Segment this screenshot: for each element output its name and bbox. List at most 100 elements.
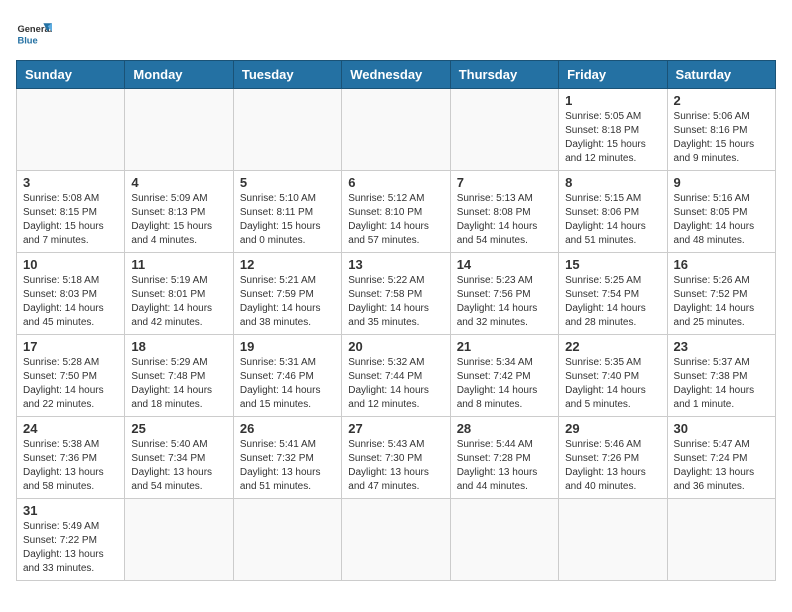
- day-info: Sunrise: 5:49 AM Sunset: 7:22 PM Dayligh…: [23, 520, 118, 576]
- day-info: Sunrise: 5:43 AM Sunset: 7:30 PM Dayligh…: [348, 438, 443, 494]
- calendar-cell: [450, 89, 558, 171]
- day-info: Sunrise: 5:16 AM Sunset: 8:05 PM Dayligh…: [674, 192, 769, 248]
- logo: General Blue: [16, 16, 52, 52]
- calendar-cell: 5 Sunrise: 5:10 AM Sunset: 8:11 PM Daylig…: [233, 171, 341, 253]
- day-number: 31: [23, 503, 118, 518]
- calendar-cell: 22 Sunrise: 5:35 AM Sunset: 7:40 PM Dayli…: [559, 335, 667, 417]
- calendar-cell: 2Sunrise: 5:06 AM Sunset: 8:16 PM Daylig…: [667, 89, 775, 171]
- day-info: Sunrise: 5:40 AM Sunset: 7:34 PM Dayligh…: [131, 438, 226, 494]
- day-number: 18: [131, 339, 226, 354]
- calendar-cell: [559, 499, 667, 581]
- calendar-cell: [125, 89, 233, 171]
- day-number: 26: [240, 421, 335, 436]
- day-number: 3: [23, 175, 118, 190]
- day-info: Sunrise: 5:23 AM Sunset: 7:56 PM Dayligh…: [457, 274, 552, 330]
- day-info: Sunrise: 5:21 AM Sunset: 7:59 PM Dayligh…: [240, 274, 335, 330]
- day-number: 15: [565, 257, 660, 272]
- day-info: Sunrise: 5:41 AM Sunset: 7:32 PM Dayligh…: [240, 438, 335, 494]
- calendar-cell: 10Sunrise: 5:18 AM Sunset: 8:03 PM Dayli…: [17, 253, 125, 335]
- day-number: 19: [240, 339, 335, 354]
- calendar-cell: [125, 499, 233, 581]
- calendar-cell: 29Sunrise: 5:46 AM Sunset: 7:26 PM Dayli…: [559, 417, 667, 499]
- day-number: 7: [457, 175, 552, 190]
- day-number: 5: [240, 175, 335, 190]
- weekday-header-friday: Friday: [559, 61, 667, 89]
- day-number: 13: [348, 257, 443, 272]
- day-number: 29: [565, 421, 660, 436]
- day-info: Sunrise: 5:06 AM Sunset: 8:16 PM Dayligh…: [674, 110, 769, 166]
- calendar-cell: 9 Sunrise: 5:16 AM Sunset: 8:05 PM Daylig…: [667, 171, 775, 253]
- day-number: 21: [457, 339, 552, 354]
- day-info: Sunrise: 5:29 AM Sunset: 7:48 PM Dayligh…: [131, 356, 226, 412]
- day-number: 20: [348, 339, 443, 354]
- day-info: Sunrise: 5:12 AM Sunset: 8:10 PM Dayligh…: [348, 192, 443, 248]
- week-row-3: 10Sunrise: 5:18 AM Sunset: 8:03 PM Dayli…: [17, 253, 776, 335]
- calendar-cell: 28 Sunrise: 5:44 AM Sunset: 7:28 PM Dayli…: [450, 417, 558, 499]
- calendar-cell: 4 Sunrise: 5:09 AM Sunset: 8:13 PM Daylig…: [125, 171, 233, 253]
- day-number: 28: [457, 421, 552, 436]
- calendar-cell: [233, 499, 341, 581]
- calendar-cell: 13 Sunrise: 5:22 AM Sunset: 7:58 PM Dayli…: [342, 253, 450, 335]
- day-info: Sunrise: 5:10 AM Sunset: 8:11 PM Dayligh…: [240, 192, 335, 248]
- day-info: Sunrise: 5:26 AM Sunset: 7:52 PM Dayligh…: [674, 274, 769, 330]
- day-info: Sunrise: 5:22 AM Sunset: 7:58 PM Dayligh…: [348, 274, 443, 330]
- day-info: Sunrise: 5:19 AM Sunset: 8:01 PM Dayligh…: [131, 274, 226, 330]
- day-number: 22: [565, 339, 660, 354]
- day-info: Sunrise: 5:31 AM Sunset: 7:46 PM Dayligh…: [240, 356, 335, 412]
- calendar-cell: 6Sunrise: 5:12 AM Sunset: 8:10 PM Daylig…: [342, 171, 450, 253]
- logo-icon: General Blue: [16, 16, 52, 52]
- calendar-cell: 20Sunrise: 5:32 AM Sunset: 7:44 PM Dayli…: [342, 335, 450, 417]
- calendar-cell: 8Sunrise: 5:15 AM Sunset: 8:06 PM Daylig…: [559, 171, 667, 253]
- weekday-header-saturday: Saturday: [667, 61, 775, 89]
- svg-text:Blue: Blue: [17, 35, 37, 45]
- day-info: Sunrise: 5:47 AM Sunset: 7:24 PM Dayligh…: [674, 438, 769, 494]
- calendar-cell: 7 Sunrise: 5:13 AM Sunset: 8:08 PM Daylig…: [450, 171, 558, 253]
- calendar-cell: 26 Sunrise: 5:41 AM Sunset: 7:32 PM Dayli…: [233, 417, 341, 499]
- day-number: 12: [240, 257, 335, 272]
- calendar-cell: 21 Sunrise: 5:34 AM Sunset: 7:42 PM Dayli…: [450, 335, 558, 417]
- calendar-cell: 24Sunrise: 5:38 AM Sunset: 7:36 PM Dayli…: [17, 417, 125, 499]
- calendar-cell: 3 Sunrise: 5:08 AM Sunset: 8:15 PM Daylig…: [17, 171, 125, 253]
- day-number: 30: [674, 421, 769, 436]
- calendar-cell: [233, 89, 341, 171]
- calendar-cell: [450, 499, 558, 581]
- weekday-header-thursday: Thursday: [450, 61, 558, 89]
- calendar-cell: 17Sunrise: 5:28 AM Sunset: 7:50 PM Dayli…: [17, 335, 125, 417]
- day-info: Sunrise: 5:09 AM Sunset: 8:13 PM Dayligh…: [131, 192, 226, 248]
- calendar-cell: 12 Sunrise: 5:21 AM Sunset: 7:59 PM Dayli…: [233, 253, 341, 335]
- day-info: Sunrise: 5:34 AM Sunset: 7:42 PM Dayligh…: [457, 356, 552, 412]
- day-info: Sunrise: 5:44 AM Sunset: 7:28 PM Dayligh…: [457, 438, 552, 494]
- day-number: 11: [131, 257, 226, 272]
- day-info: Sunrise: 5:08 AM Sunset: 8:15 PM Dayligh…: [23, 192, 118, 248]
- day-info: Sunrise: 5:05 AM Sunset: 8:18 PM Dayligh…: [565, 110, 660, 166]
- day-info: Sunrise: 5:28 AM Sunset: 7:50 PM Dayligh…: [23, 356, 118, 412]
- calendar-cell: 14 Sunrise: 5:23 AM Sunset: 7:56 PM Dayli…: [450, 253, 558, 335]
- calendar-cell: 1Sunrise: 5:05 AM Sunset: 8:18 PM Daylig…: [559, 89, 667, 171]
- day-info: Sunrise: 5:35 AM Sunset: 7:40 PM Dayligh…: [565, 356, 660, 412]
- day-info: Sunrise: 5:13 AM Sunset: 8:08 PM Dayligh…: [457, 192, 552, 248]
- calendar-cell: 25Sunrise: 5:40 AM Sunset: 7:34 PM Dayli…: [125, 417, 233, 499]
- calendar-cell: 15 Sunrise: 5:25 AM Sunset: 7:54 PM Dayli…: [559, 253, 667, 335]
- day-number: 16: [674, 257, 769, 272]
- calendar-cell: [342, 499, 450, 581]
- day-info: Sunrise: 5:37 AM Sunset: 7:38 PM Dayligh…: [674, 356, 769, 412]
- calendar-cell: 23 Sunrise: 5:37 AM Sunset: 7:38 PM Dayli…: [667, 335, 775, 417]
- calendar-table: SundayMondayTuesdayWednesdayThursdayFrid…: [16, 60, 776, 581]
- week-row-6: 31 Sunrise: 5:49 AM Sunset: 7:22 PM Dayli…: [17, 499, 776, 581]
- weekday-header-wednesday: Wednesday: [342, 61, 450, 89]
- calendar-cell: [17, 89, 125, 171]
- weekday-header-row: SundayMondayTuesdayWednesdayThursdayFrid…: [17, 61, 776, 89]
- page-header: General Blue: [16, 16, 776, 52]
- week-row-2: 3 Sunrise: 5:08 AM Sunset: 8:15 PM Daylig…: [17, 171, 776, 253]
- day-number: 4: [131, 175, 226, 190]
- day-number: 9: [674, 175, 769, 190]
- day-number: 14: [457, 257, 552, 272]
- weekday-header-sunday: Sunday: [17, 61, 125, 89]
- week-row-1: 1Sunrise: 5:05 AM Sunset: 8:18 PM Daylig…: [17, 89, 776, 171]
- day-number: 23: [674, 339, 769, 354]
- calendar-cell: 19 Sunrise: 5:31 AM Sunset: 7:46 PM Dayli…: [233, 335, 341, 417]
- calendar-cell: 30 Sunrise: 5:47 AM Sunset: 7:24 PM Dayli…: [667, 417, 775, 499]
- day-number: 8: [565, 175, 660, 190]
- calendar-cell: 11 Sunrise: 5:19 AM Sunset: 8:01 PM Dayli…: [125, 253, 233, 335]
- day-info: Sunrise: 5:25 AM Sunset: 7:54 PM Dayligh…: [565, 274, 660, 330]
